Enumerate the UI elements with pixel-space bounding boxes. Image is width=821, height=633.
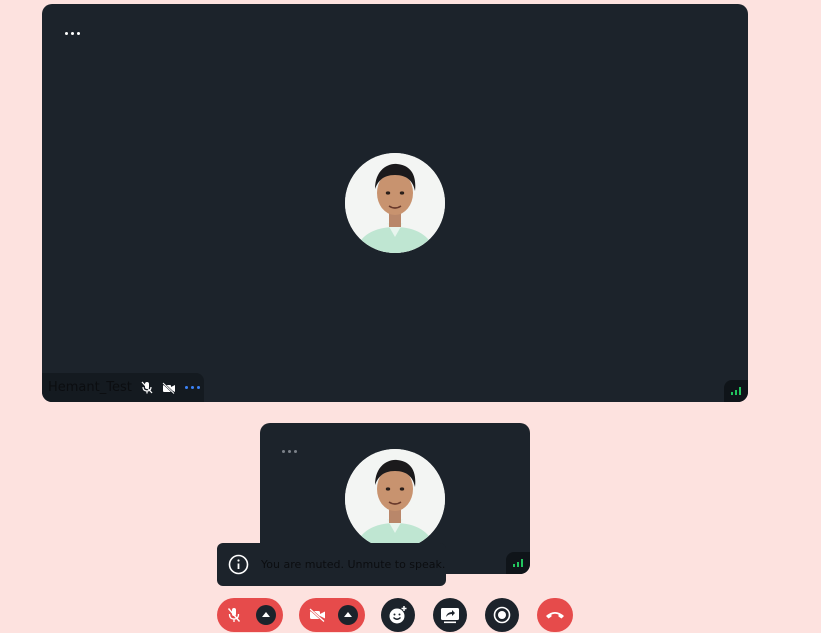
- emoji-add-icon: [388, 605, 408, 625]
- share-screen-button[interactable]: [433, 598, 467, 632]
- self-signal-bars-icon: [506, 552, 530, 574]
- mic-options-button[interactable]: [256, 605, 276, 625]
- participant-name: Hemant_Test: [48, 380, 132, 395]
- muted-toast: You are muted. Unmute to speak.: [217, 543, 446, 586]
- toast-message: You are muted. Unmute to speak.: [261, 558, 446, 571]
- record-icon: [493, 606, 511, 624]
- video-off-icon: [309, 608, 326, 622]
- self-more-icon[interactable]: [282, 450, 297, 453]
- tile-more-icon[interactable]: [65, 32, 80, 35]
- signal-bars-icon: [724, 380, 748, 402]
- self-avatar: [345, 449, 445, 549]
- mic-off-icon: [141, 381, 153, 394]
- video-off-icon: [162, 381, 176, 394]
- camera-toggle-button[interactable]: [299, 598, 365, 632]
- leave-call-button[interactable]: [537, 598, 573, 632]
- mic-toggle-button[interactable]: [217, 598, 283, 632]
- phone-hangup-icon: [545, 610, 565, 620]
- reactions-button[interactable]: [381, 598, 415, 632]
- main-video-tile[interactable]: Hemant_Test: [42, 4, 748, 402]
- camera-options-button[interactable]: [338, 605, 358, 625]
- participant-options-icon[interactable]: [185, 386, 200, 389]
- mic-off-icon: [227, 607, 241, 623]
- screen-share-icon: [440, 607, 460, 624]
- record-button[interactable]: [485, 598, 519, 632]
- participant-name-bar: Hemant_Test: [42, 373, 204, 402]
- participant-avatar: [345, 153, 445, 253]
- info-icon: [228, 554, 249, 575]
